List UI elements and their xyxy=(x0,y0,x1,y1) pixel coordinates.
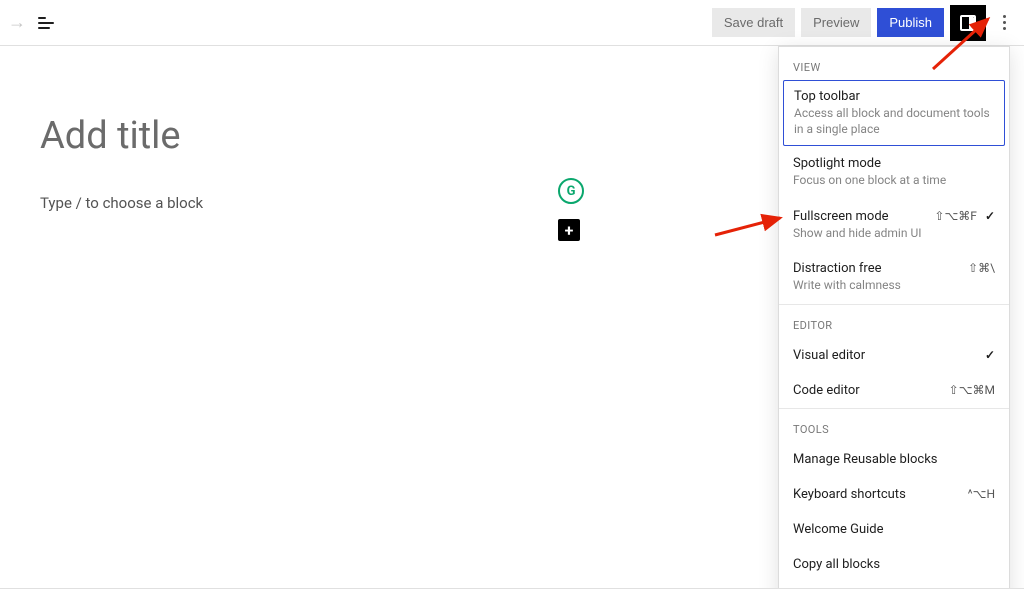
menu-item-distraction-free[interactable]: Distraction free Write with calmness ⇧⌘\ xyxy=(779,251,1009,304)
grammarly-icon[interactable]: G xyxy=(558,178,584,204)
menu-item-fullscreen-mode[interactable]: Fullscreen mode Show and hide admin UI ⇧… xyxy=(779,199,1009,252)
options-menu-button[interactable] xyxy=(992,15,1016,30)
document-outline-icon[interactable] xyxy=(38,17,54,29)
toolbar-left-group: → xyxy=(8,12,54,33)
menu-item-title: Spotlight mode xyxy=(793,156,995,171)
menu-item-visual-editor[interactable]: Visual editor ✓ xyxy=(779,338,1009,373)
menu-item-title: Fullscreen mode xyxy=(793,209,926,224)
preview-button[interactable]: Preview xyxy=(801,8,871,37)
back-arrow-icon: → xyxy=(8,12,26,33)
options-dropdown-menu: VIEW Top toolbar Access all block and do… xyxy=(778,46,1010,589)
menu-shortcut: ⇧⌥⌘F xyxy=(934,209,977,223)
menu-item-reusable-blocks[interactable]: Manage Reusable blocks xyxy=(779,442,1009,477)
menu-item-title: Visual editor xyxy=(793,348,977,363)
publish-button[interactable]: Publish xyxy=(877,8,944,37)
menu-item-title: Copy all blocks xyxy=(793,557,995,572)
settings-sidebar-toggle[interactable] xyxy=(950,5,986,41)
menu-item-copy-all-blocks[interactable]: Copy all blocks xyxy=(779,547,1009,582)
menu-item-keyboard-shortcuts[interactable]: Keyboard shortcuts ^⌥H xyxy=(779,477,1009,512)
menu-item-desc: Show and hide admin UI xyxy=(793,226,926,242)
menu-item-title: Code editor xyxy=(793,383,941,398)
menu-shortcut: ⇧⌥⌘M xyxy=(949,383,995,397)
menu-section-editor: EDITOR xyxy=(779,305,1009,338)
block-placeholder[interactable]: Type / to choose a block xyxy=(40,194,570,212)
menu-item-title: Welcome Guide xyxy=(793,522,995,537)
menu-item-title: Top toolbar xyxy=(794,89,994,104)
menu-shortcut: ⇧⌘\ xyxy=(968,261,995,275)
save-draft-button[interactable]: Save draft xyxy=(712,8,795,37)
toolbar-right-group: Save draft Preview Publish xyxy=(712,5,1016,41)
menu-item-top-toolbar[interactable]: Top toolbar Access all block and documen… xyxy=(783,80,1005,146)
menu-item-welcome-guide[interactable]: Welcome Guide xyxy=(779,512,1009,547)
sidebar-panel-icon xyxy=(960,15,976,31)
menu-item-desc: Focus on one block at a time xyxy=(793,173,995,189)
menu-item-code-editor[interactable]: Code editor ⇧⌥⌘M xyxy=(779,373,1009,408)
editor-top-toolbar: → Save draft Preview Publish xyxy=(0,0,1024,46)
menu-section-view: VIEW xyxy=(779,47,1009,80)
post-title-input[interactable]: Add title xyxy=(40,114,570,158)
menu-section-tools: TOOLS xyxy=(779,409,1009,442)
menu-item-title: Manage Reusable blocks xyxy=(793,452,995,467)
menu-item-title: Distraction free xyxy=(793,261,960,276)
menu-item-spotlight-mode[interactable]: Spotlight mode Focus on one block at a t… xyxy=(779,146,1009,199)
menu-shortcut: ^⌥H xyxy=(968,487,995,501)
menu-item-title: Keyboard shortcuts xyxy=(793,487,960,502)
check-icon: ✓ xyxy=(985,209,995,223)
check-icon: ✓ xyxy=(985,348,995,362)
add-block-button[interactable]: + xyxy=(558,219,580,241)
editor-canvas: Add title Type / to choose a block G + xyxy=(0,46,610,212)
menu-item-desc: Access all block and document tools in a… xyxy=(794,106,994,137)
menu-item-desc: Write with calmness xyxy=(793,278,960,294)
